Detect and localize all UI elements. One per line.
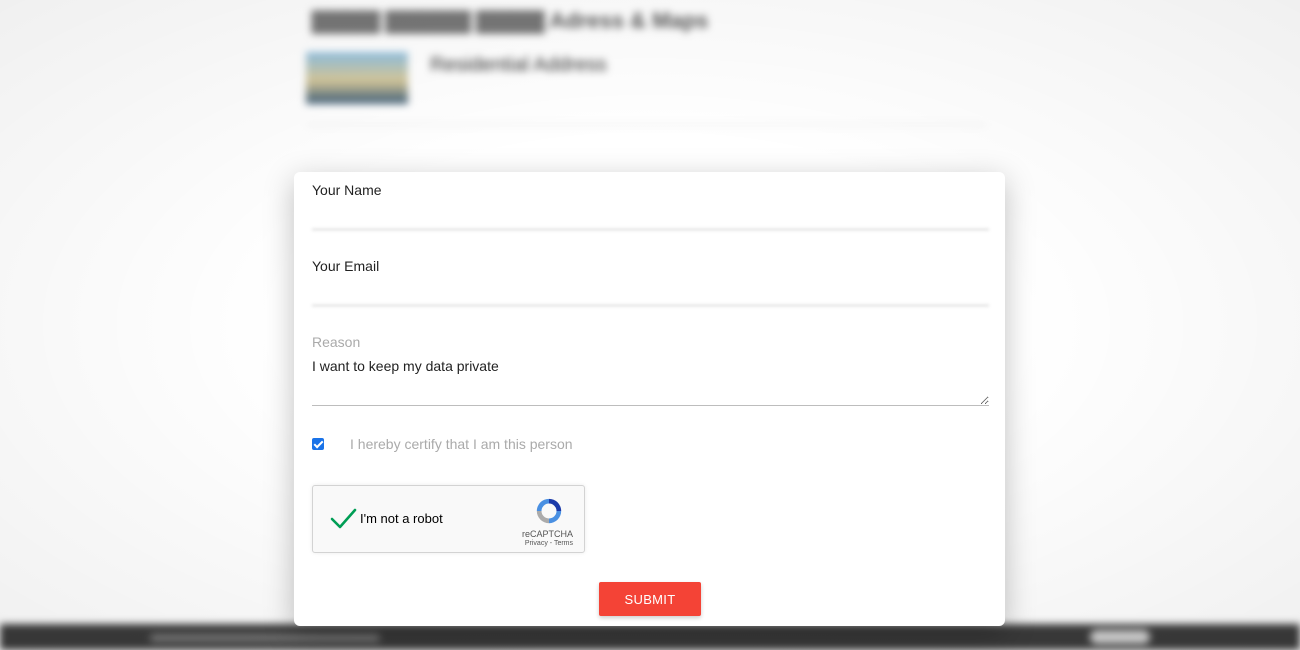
background-title-suffix: Adress & Maps bbox=[549, 8, 709, 33]
page: ▇▇▇▇ ▇▇▇▇▇ ▇▇▇▇ Adress & Maps Residentia… bbox=[0, 0, 1300, 650]
name-field-group: Your Name bbox=[312, 182, 989, 230]
email-label: Your Email bbox=[312, 258, 380, 274]
certify-checkbox[interactable] bbox=[312, 438, 324, 450]
removal-request-modal: Your Name Your Email Reason I want to ke… bbox=[294, 172, 1005, 626]
background-divider bbox=[306, 124, 986, 125]
captcha-terms-link[interactable]: Terms bbox=[554, 540, 573, 547]
name-label: Your Name bbox=[312, 182, 382, 198]
recaptcha-logo-icon bbox=[536, 498, 562, 524]
record-thumbnail bbox=[306, 52, 408, 104]
captcha-brand: reCAPTCHA bbox=[521, 529, 573, 539]
recaptcha-widget: I'm not a robot reCAPTCHA Privacy - Term… bbox=[312, 485, 585, 553]
email-field-group: Your Email bbox=[312, 258, 989, 306]
captcha-links: Privacy - Terms bbox=[525, 540, 573, 547]
name-input[interactable] bbox=[312, 198, 989, 230]
email-input[interactable] bbox=[312, 274, 989, 306]
record-title: Residential Address bbox=[430, 54, 607, 76]
reason-textarea[interactable]: I want to keep my data private bbox=[312, 350, 989, 406]
reason-field-group: Reason I want to keep my data private bbox=[312, 334, 989, 406]
checkmark-icon[interactable] bbox=[329, 504, 357, 532]
reason-label: Reason bbox=[312, 334, 361, 350]
background-title: ▇▇▇▇ ▇▇▇▇▇ ▇▇▇▇ Adress & Maps bbox=[312, 8, 708, 34]
footer-logo bbox=[1090, 630, 1150, 644]
certify-label: I hereby certify that I am this person bbox=[350, 436, 573, 452]
captcha-privacy-link[interactable]: Privacy bbox=[525, 540, 548, 547]
submit-button[interactable]: SUBMIT bbox=[599, 582, 701, 616]
footer bbox=[0, 624, 1300, 650]
certify-row: I hereby certify that I am this person bbox=[312, 436, 573, 452]
captcha-label: I'm not a robot bbox=[360, 511, 443, 526]
footer-links bbox=[150, 634, 380, 642]
background-title-name: ▇▇▇▇ ▇▇▇▇▇ ▇▇▇▇ bbox=[312, 8, 545, 33]
